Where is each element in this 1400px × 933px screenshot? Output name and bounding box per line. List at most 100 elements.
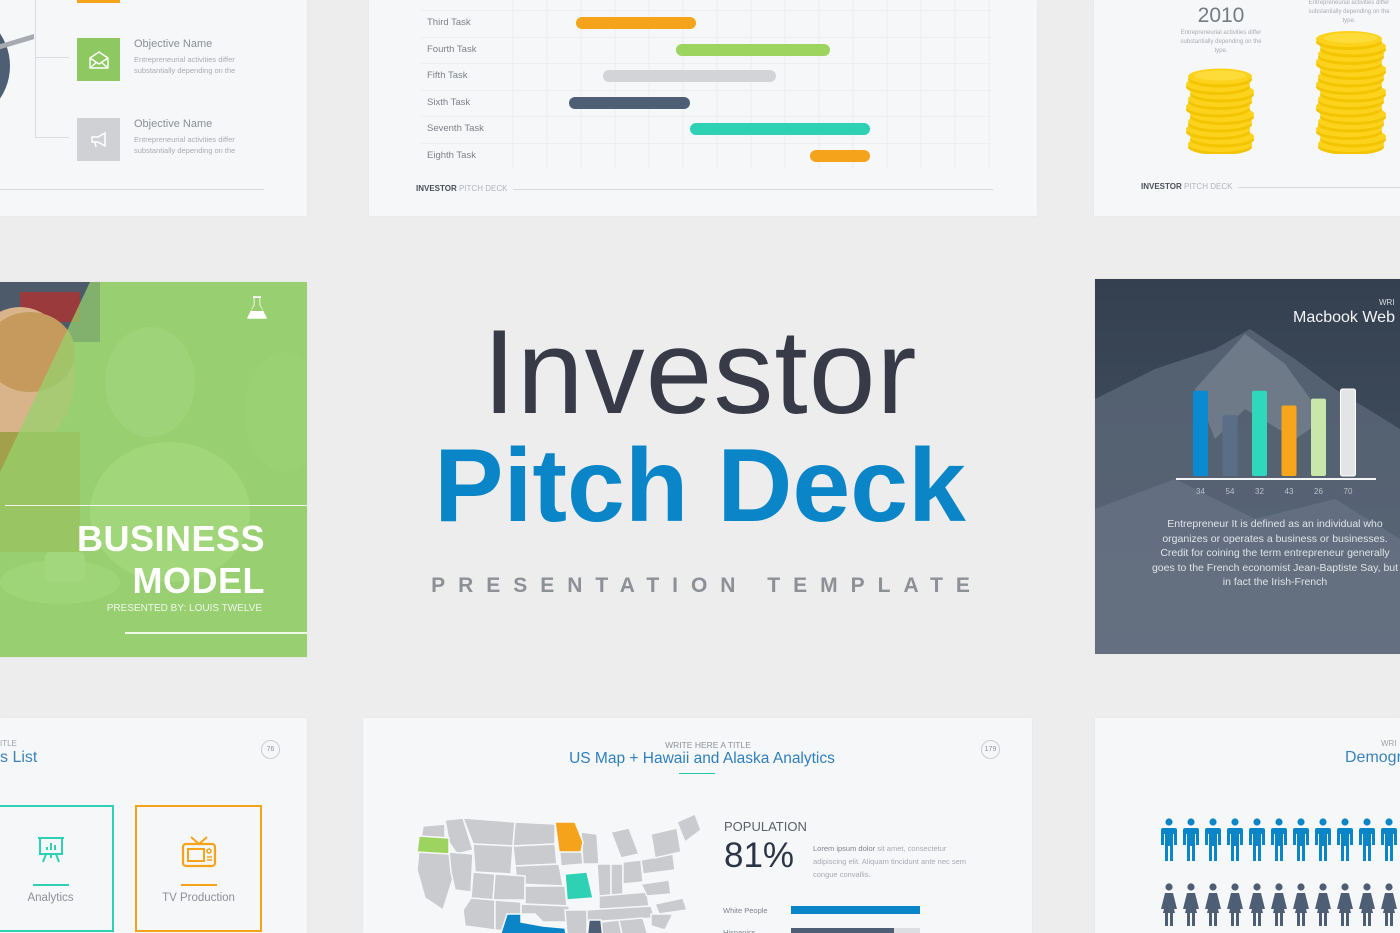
female-icon-row (1158, 883, 1400, 927)
female-icon (1202, 883, 1224, 927)
stat-bar (791, 906, 920, 914)
connector-line (35, 137, 69, 138)
male-icon (1312, 818, 1334, 862)
chart-bar (1340, 388, 1356, 477)
state-nevada (448, 851, 474, 893)
bar-chart: 34 54 32 43 26 70 (1176, 388, 1376, 496)
x-tick-label: 43 (1285, 487, 1294, 496)
slide-paragraph: Entrepreneur It is defined as an individ… (1151, 518, 1399, 589)
state-arkansas (564, 909, 588, 933)
service-card-tv-production[interactable]: TV Production (135, 805, 262, 932)
male-icon (1202, 818, 1224, 862)
slide-services-list[interactable]: ITLE s List 76 Analytics TV Production (0, 718, 307, 933)
row-divider (421, 63, 991, 65)
x-tick-label: 26 (1314, 487, 1323, 496)
description-lead: Lorem ipsum dolor (813, 844, 876, 853)
stat-label: White People (723, 906, 768, 915)
slide-objectives[interactable]: Objective Name Entrepreneurial activitie… (0, 0, 307, 216)
female-icon (1356, 883, 1378, 927)
slide-footer: INVESTOR PITCH DECK (1141, 182, 1232, 191)
female-icon (1180, 883, 1202, 927)
coin-top (1194, 70, 1246, 81)
gantt-bar[interactable] (602, 70, 777, 83)
female-icon (1378, 883, 1400, 927)
gantt-bar[interactable] (576, 17, 697, 29)
state-missouri (564, 871, 594, 901)
objective-item: Objective Name Entrepreneurial activitie… (77, 118, 297, 162)
year-description: Entrepreneurial activities differ substa… (1180, 30, 1262, 54)
state-kansas (524, 885, 568, 907)
female-icon (1312, 883, 1334, 927)
hero-line-investor: Investor (482, 305, 918, 439)
slide-gantt-chart[interactable]: Third Task Fourth Task Fifth Task Sixth Tas… (369, 0, 1037, 216)
female-icon (1158, 883, 1180, 927)
female-icon (1334, 883, 1356, 927)
footer-divider (513, 189, 993, 190)
male-icon (1334, 818, 1356, 862)
state-minnesota (554, 821, 584, 853)
gantt-bar[interactable] (676, 43, 830, 56)
footer-brand: INVESTOR (1141, 182, 1182, 191)
connector-line (35, 0, 36, 137)
male-icon (1356, 818, 1378, 862)
state-utah (470, 871, 496, 901)
title-line-2: MODEL (132, 560, 265, 601)
service-card-analytics[interactable]: Analytics (0, 805, 114, 932)
footer-subtitle: PITCH DECK (1183, 182, 1233, 191)
male-icon (1268, 818, 1290, 862)
male-icon (1290, 818, 1312, 862)
slide-coins[interactable]: Entrepreneurial activities differ substa… (1094, 0, 1400, 216)
row-divider (421, 89, 991, 91)
x-tick-label: 32 (1255, 487, 1264, 496)
footer-divider (0, 189, 264, 190)
task-label: Fifth Task (427, 70, 468, 82)
gantt-bar[interactable] (809, 150, 870, 162)
slide-footer: INVESTOR PITCH DECK (416, 184, 507, 193)
envelope-icon (77, 38, 120, 81)
presenter-credit: PRESENTED BY: LOUIS TWELVE (106, 603, 262, 614)
hero-subtitle: PRESENTATION TEMPLATE (431, 574, 983, 597)
population-description: Lorem ipsum dolor sit amet, consectetur … (813, 842, 973, 881)
title-line-1: BUSINESS (76, 518, 265, 559)
slide-business-model[interactable]: BUSINESS MODEL PRESENTED BY: LOUIS TWELV… (0, 282, 307, 657)
female-icon (1224, 883, 1246, 927)
year-label: 2010 (1197, 4, 1245, 27)
objective-description: Entrepreneurial activities differ substa… (134, 135, 236, 155)
heading-underline (679, 773, 715, 774)
male-icon (1246, 818, 1268, 862)
state-virginia (639, 879, 672, 897)
state-north-dakota (512, 821, 556, 847)
slide-heading: s List (0, 749, 38, 766)
state-illinois (596, 863, 612, 897)
x-tick-label: 54 (1226, 487, 1235, 496)
slide-kicker: WRITE HERE A TITLE (665, 740, 751, 750)
slide-demographics[interactable]: WRI Demogr (1095, 718, 1400, 933)
orange-icon-tile (77, 0, 120, 3)
state-south-carolina (650, 913, 675, 931)
chart-bar (1311, 398, 1326, 476)
population-label: POPULATION (724, 819, 807, 834)
row-divider (421, 10, 991, 11)
x-tick-label: 34 (1196, 487, 1205, 496)
connector-line (35, 57, 69, 58)
card-underline (32, 884, 69, 886)
female-icon (1268, 883, 1290, 927)
service-label: Analytics (27, 892, 74, 904)
gantt-bar[interactable] (569, 96, 690, 109)
stat-bar-fill (791, 928, 895, 933)
state-oregon (416, 835, 450, 855)
slide-us-map[interactable]: WRITE HERE A TITLE US Map + Hawaii and A… (363, 718, 1032, 933)
target-icon (0, 33, 34, 99)
divider (5, 505, 307, 506)
row-divider (421, 143, 991, 144)
male-icon (1378, 818, 1400, 862)
divider (125, 632, 307, 634)
slide-kicker: ITLE (0, 739, 17, 748)
stat-bar (791, 928, 920, 933)
slide-bar-chart[interactable]: WRI Macbook Web 34 54 32 43 26 70 Entrepreneu… (1095, 279, 1400, 654)
gantt-bar[interactable] (689, 123, 870, 136)
flask-icon (247, 296, 267, 319)
state-new-york (650, 827, 682, 859)
population-value: 81% (724, 836, 795, 875)
state-ohio (622, 859, 644, 885)
